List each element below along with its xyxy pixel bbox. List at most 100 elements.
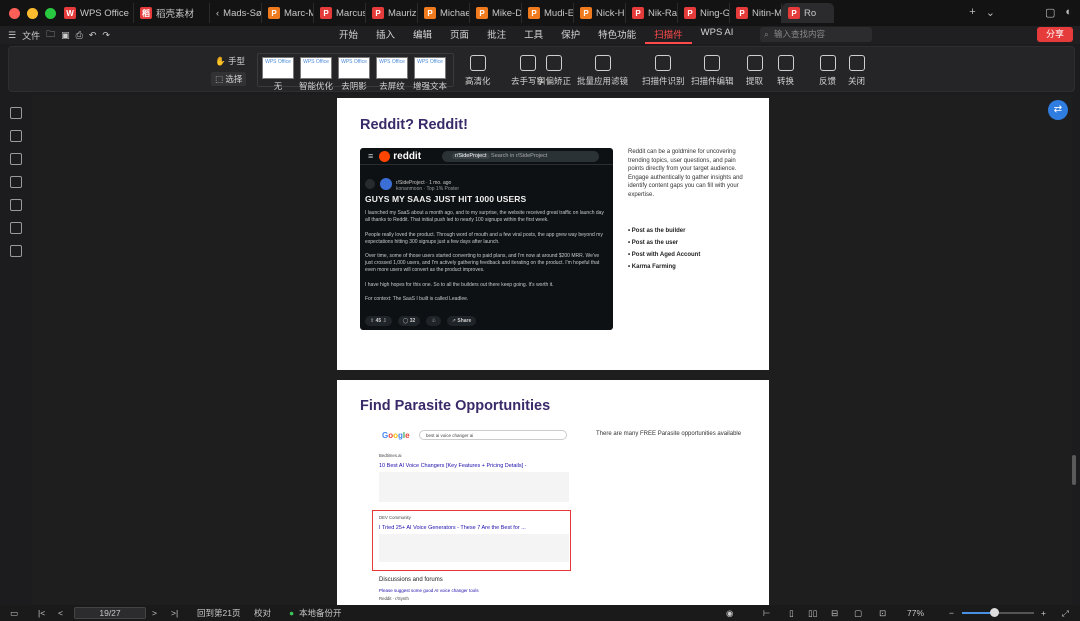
document-tab[interactable]: P Michael- [418,3,470,23]
zoom-level[interactable]: 77% [907,608,924,618]
attachment-icon[interactable] [10,199,22,211]
bookmark-icon[interactable] [10,130,22,142]
undo-icon[interactable]: ↶ [89,30,97,41]
vertical-scrollbar[interactable] [1072,455,1076,485]
ribbon-tab[interactable]: 开始 [330,27,367,44]
first-page-icon[interactable]: |< [38,608,45,618]
next-page-icon[interactable]: > [152,608,157,618]
vote-count: ⇧ 45 ⇩ [365,316,392,326]
filter-thumbnail[interactable]: WPS Office [338,57,370,79]
folder-icon[interactable]: 🗀 [46,27,55,43]
ribbon-tab[interactable]: 页面 [441,27,478,44]
maximize-window-button[interactable] [45,7,56,19]
ribbon-tab[interactable]: 扫描件 [645,27,692,44]
zoom-slider-knob[interactable] [990,608,1000,617]
filter-label[interactable]: 无 [258,80,298,92]
filter-thumbnail[interactable]: WPS Office [262,57,294,79]
ribbon-tab[interactable]: 编辑 [404,27,441,44]
ribbon-tab[interactable]: 批注 [478,27,515,44]
search-input[interactable]: ⌕ 输入查找内容 [760,27,872,42]
tab-label: Mudi-Elo [544,7,574,19]
tool-button[interactable]: 纠偏矫正 [537,55,571,87]
tool-button[interactable]: 关闭 [848,55,865,87]
filter-thumbnail[interactable]: WPS Office [414,57,446,79]
tool-button[interactable]: 反馈 [819,55,836,87]
fit-page-icon[interactable]: ⤢ [1062,608,1069,619]
document-tab[interactable]: P Ning-Gao [678,3,730,23]
book-view-icon[interactable]: ⊟ [831,608,838,619]
hamburger-icon[interactable]: ☰ [8,30,16,41]
document-tab[interactable]: P Maurizio [366,3,418,23]
filter-thumbnail[interactable]: WPS Office [300,57,332,79]
ribbon-tab[interactable]: 插入 [367,27,404,44]
fullscreen-icon[interactable]: ▢ [854,608,862,619]
bullet-item: Karma Farming [628,261,700,273]
ribbon-tab[interactable]: WPS AI [692,27,743,44]
ribbon-tab[interactable]: 工具 [515,27,552,44]
document-tab[interactable]: P Nitin-Ma [730,3,782,23]
share-button[interactable]: 分享 [1037,27,1073,42]
filter-label[interactable]: 去屏纹 [372,80,412,92]
document-tab[interactable]: P Nik-Rang [626,3,678,23]
app-menu-icon[interactable]: ◐ [1065,6,1072,19]
page-number-input[interactable]: 19/27 [74,607,146,619]
tool-button[interactable]: 高清化 [465,55,491,87]
print-icon[interactable]: ⎙ [76,30,83,41]
back-to-page-button[interactable]: 回到第21页 [197,607,240,619]
zoom-out-icon[interactable]: − [949,608,954,618]
fit-width-icon[interactable]: ⊢ [763,608,770,619]
comment-icon[interactable] [10,176,22,188]
tool-button[interactable]: 批量应用滤镜 [577,55,628,87]
last-page-icon[interactable]: >| [171,608,178,618]
crop-icon[interactable]: ⊡ [879,608,886,619]
document-tab[interactable]: P Marcus-i [314,3,366,23]
eye-icon[interactable]: ◉ [726,608,733,619]
prev-page-icon[interactable]: < [58,608,63,618]
zoom-in-icon[interactable]: + [1041,608,1046,618]
ribbon-tab[interactable]: 特色功能 [589,27,645,44]
document-tab[interactable]: 稻稻壳素材 [134,3,210,23]
zoom-slider[interactable] [962,608,1034,617]
outline-icon[interactable] [10,107,22,119]
backup-status[interactable]: 本地备份开 [299,607,342,619]
double-page-icon[interactable]: ▯▯ [808,608,817,619]
tool-button[interactable]: 转换 [777,55,794,87]
close-window-button[interactable] [9,7,20,19]
document-tab[interactable]: ‹ Mads-Sø [210,3,262,23]
hand-tool-button[interactable]: ✋ 手型 [215,55,245,67]
minimize-window-button[interactable] [27,7,38,19]
translate-icon[interactable]: ⇄ [1048,100,1068,120]
select-tool-button[interactable]: ⬚ 选择 [211,72,247,86]
filter-thumbnail[interactable]: WPS Office [376,57,408,79]
stack-icon[interactable] [10,245,22,257]
ribbon-tab[interactable]: 保护 [552,27,589,44]
layers-icon[interactable] [10,222,22,234]
document-tab[interactable]: P Mike-De [470,3,522,23]
document-tab[interactable]: P Mudi-Elo [522,3,574,23]
single-page-icon[interactable]: ▯ [789,608,794,619]
panel-toggle-icon[interactable]: ▭ [10,608,18,619]
reddit-logo: reddit [379,150,421,162]
filter-label[interactable]: 增强文本 [410,80,450,92]
filter-label[interactable]: 去阴影 [334,80,374,92]
document-tab[interactable]: P Nick-Hu [574,3,626,23]
tool-button[interactable]: 扫描件识别 [642,55,685,87]
proofread-button[interactable]: 校对 [254,607,271,619]
document-icon: P [424,7,436,19]
thumbnail-icon[interactable] [10,153,22,165]
redo-icon[interactable]: ↷ [102,30,110,41]
tab-label: Nik-Rang [648,7,678,19]
save-icon[interactable]: ▣ [61,30,70,41]
tool-button[interactable]: 提取 [746,55,763,87]
tool-button[interactable]: 扫描件编辑 [691,55,734,87]
document-tab[interactable]: P Ro [782,3,834,23]
document-tab[interactable]: P Marc-Mù [262,3,314,23]
add-tab-icon[interactable]: + [969,6,975,19]
document-view[interactable]: Reddit? Reddit! ≡ reddit r/SideProject S… [32,95,1072,605]
filter-label[interactable]: 智能优化 [296,80,336,92]
document-tab[interactable]: W WPS Office [58,3,134,23]
file-menu[interactable]: 文件 [22,29,40,42]
chevron-left-icon[interactable]: ‹ [216,8,219,19]
window-mode-icon[interactable]: ▢ [1045,6,1055,19]
chevron-down-icon[interactable]: ⌄ [986,6,995,19]
